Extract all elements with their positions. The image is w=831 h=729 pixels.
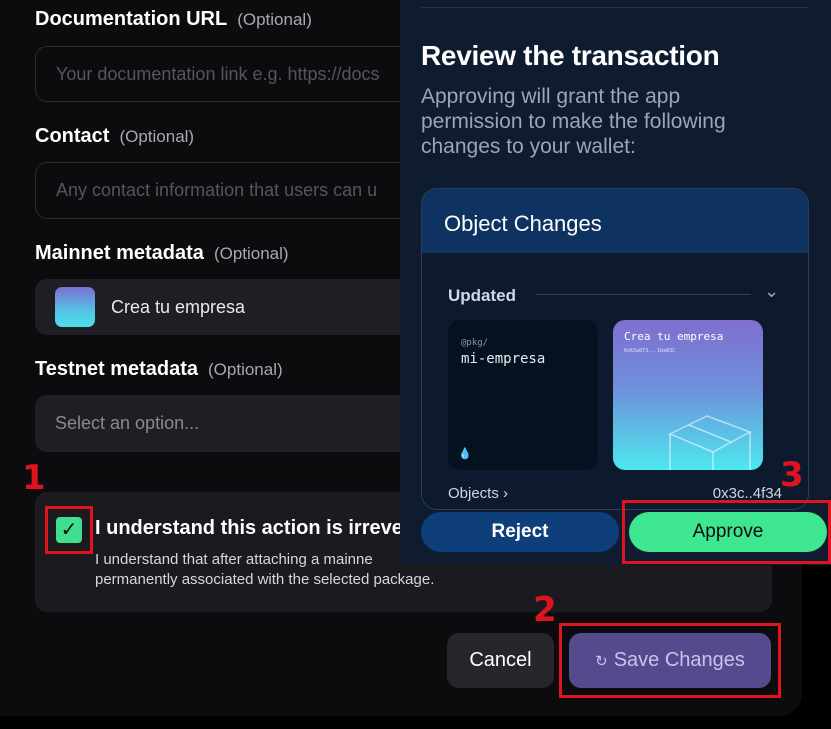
metadata-id: 0x63a073...1ba83C bbox=[624, 348, 676, 354]
annotation-number-3: 3 bbox=[780, 455, 804, 495]
package-name: mi-empresa bbox=[461, 351, 546, 367]
acknowledge-title: I understand this action is irreve bbox=[95, 517, 403, 539]
box-icon bbox=[668, 415, 752, 470]
object-changes-card: Object Changes Updated ⌄ @pkg/ mi-empres… bbox=[421, 188, 809, 510]
testnet-label: Testnet metadata (Optional) bbox=[35, 358, 283, 380]
package-prefix: @pkg/ bbox=[461, 338, 489, 348]
wallet-title: Review the transaction bbox=[421, 40, 720, 71]
divider bbox=[536, 294, 751, 295]
mainnet-label: Mainnet metadata (Optional) bbox=[35, 242, 289, 264]
contact-label: Contact (Optional) bbox=[35, 125, 195, 147]
annotation-box-3 bbox=[622, 500, 831, 564]
contact-input[interactable]: Any contact information that users can u bbox=[35, 162, 455, 219]
object-changes-title: Object Changes bbox=[444, 211, 602, 236]
chevron-down-icon[interactable]: ⌄ bbox=[764, 281, 779, 302]
annotation-box-1 bbox=[45, 506, 93, 554]
metadata-object-card[interactable]: Crea tu empresa 0x63a073...1ba83C bbox=[613, 320, 763, 470]
droplet-icon: 💧 bbox=[458, 447, 472, 460]
wallet-description: Approving will grant the app permission … bbox=[421, 85, 726, 158]
mainnet-select[interactable]: Crea tu empresa bbox=[35, 279, 455, 335]
annotation-box-2 bbox=[559, 623, 781, 698]
metadata-thumbnail bbox=[55, 287, 95, 327]
testnet-select[interactable]: Select an option... bbox=[35, 395, 455, 452]
doc-url-label: Documentation URL (Optional) bbox=[35, 8, 312, 30]
package-object-card[interactable]: @pkg/ mi-empresa 💧 bbox=[448, 320, 598, 470]
doc-url-input[interactable]: Your documentation link e.g. https://doc… bbox=[35, 46, 455, 102]
reject-button[interactable]: Reject bbox=[421, 512, 619, 552]
updated-label: Updated bbox=[448, 286, 516, 305]
acknowledge-desc-2: permanently associated with the selected… bbox=[95, 571, 435, 588]
cancel-button[interactable]: Cancel bbox=[447, 633, 554, 688]
metadata-name: Crea tu empresa bbox=[624, 330, 724, 343]
annotation-number-1: 1 bbox=[22, 458, 46, 498]
annotation-number-2: 2 bbox=[533, 590, 557, 630]
wallet-approval-popup: Review the transaction Approving will gr… bbox=[400, 0, 831, 565]
divider bbox=[421, 7, 808, 8]
object-changes-header: Object Changes bbox=[422, 189, 808, 253]
